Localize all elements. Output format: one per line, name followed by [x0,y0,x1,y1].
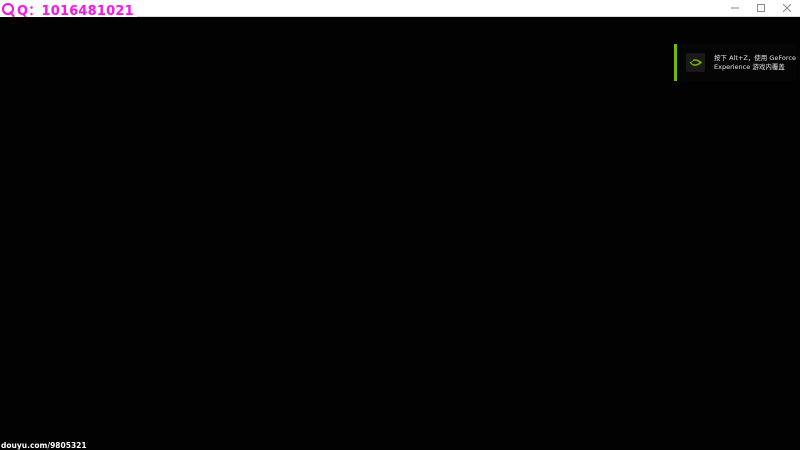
notification-accent-bar [674,44,677,81]
game-viewport[interactable] [0,17,800,450]
close-button[interactable] [774,0,800,15]
notification-line-1: 按下 Alt+Z，使用 GeForce [714,54,796,62]
nvidia-logo-icon [686,53,705,72]
qq-contact-overlay: Q：1016481021 [0,1,137,19]
notification-line-2: Experience 游戏内覆盖 [714,63,785,71]
qq-number: Q：1016481021 [17,3,134,19]
stream-watermark: douyu.com/9805321 [1,441,87,450]
maximize-button[interactable] [748,0,774,15]
balloon-icon [1,2,15,18]
close-icon [783,3,791,12]
minimize-button[interactable] [722,0,748,15]
notification-text: 按下 Alt+Z，使用 GeForce Experience 游戏内覆盖 [714,54,796,72]
maximize-icon [757,3,765,12]
title-bar[interactable]: Q：1016481021 [0,0,800,19]
geforce-overlay-notification: 按下 Alt+Z，使用 GeForce Experience 游戏内覆盖 [674,44,796,81]
window-controls [722,0,800,15]
game-window: Q：1016481021 按下 Alt+Z，使用 GeForce Experie… [0,0,800,450]
minimize-icon [731,4,739,12]
